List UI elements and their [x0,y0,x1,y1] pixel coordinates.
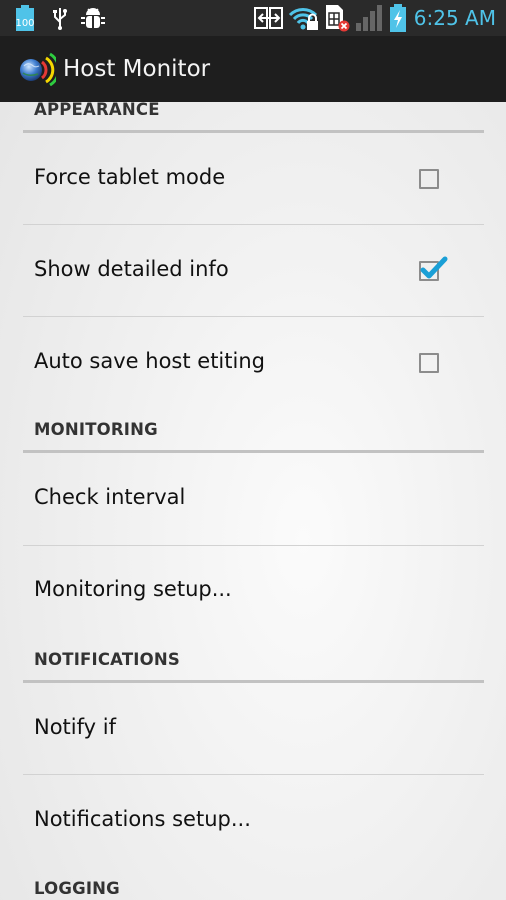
category-appearance-header: APPEARANCE [34,102,160,119]
category-logging-header: LOGGING [34,879,120,898]
pref-label: Show detailed info [34,257,229,281]
action-bar: Host Monitor [0,36,506,102]
sim-error-icon [324,4,350,32]
screen-mirror-icon [254,4,284,32]
app-title: Host Monitor [63,56,211,82]
clock: 6:25 AM [413,6,496,30]
pref-notify-if[interactable]: Notify if [0,683,506,774]
settings-list[interactable]: APPEARANCE Force tablet mode Show detail… [0,102,506,900]
pref-label: Notify if [34,715,116,739]
pref-force-tablet-mode[interactable]: Force tablet mode [0,133,506,224]
pref-label: Monitoring setup... [34,577,232,601]
category-monitoring-header: MONITORING [34,420,158,439]
pref-auto-save-host-editing[interactable]: Auto save host etiting [0,317,506,408]
battery-level-text: 100 [15,18,34,29]
pref-label: Check interval [34,485,186,509]
signal-icon [355,4,383,32]
pref-check-interval[interactable]: Check interval [0,453,506,545]
pref-monitoring-setup[interactable]: Monitoring setup... [0,546,506,638]
pref-notifications-setup[interactable]: Notifications setup... [0,775,506,867]
auto-save-host-editing-checkbox[interactable] [419,353,439,373]
pref-show-detailed-info[interactable]: Show detailed info [0,225,506,316]
status-bar: 100 6:25 AM [0,0,506,36]
android-debug-icon [80,4,106,32]
wifi-locked-icon [288,4,320,32]
force-tablet-mode-checkbox[interactable] [419,169,439,189]
usb-icon [50,4,70,32]
show-detailed-info-checkbox[interactable] [419,256,448,281]
pref-label: Notifications setup... [34,807,251,831]
category-notifications-header: NOTIFICATIONS [34,650,180,669]
battery-100-icon: 100 [14,4,36,32]
pref-label: Auto save host etiting [34,349,265,373]
pref-label: Force tablet mode [34,165,226,189]
app-logo-icon[interactable] [18,52,61,87]
checkmark-icon [420,256,448,279]
battery-charging-icon [388,4,408,32]
